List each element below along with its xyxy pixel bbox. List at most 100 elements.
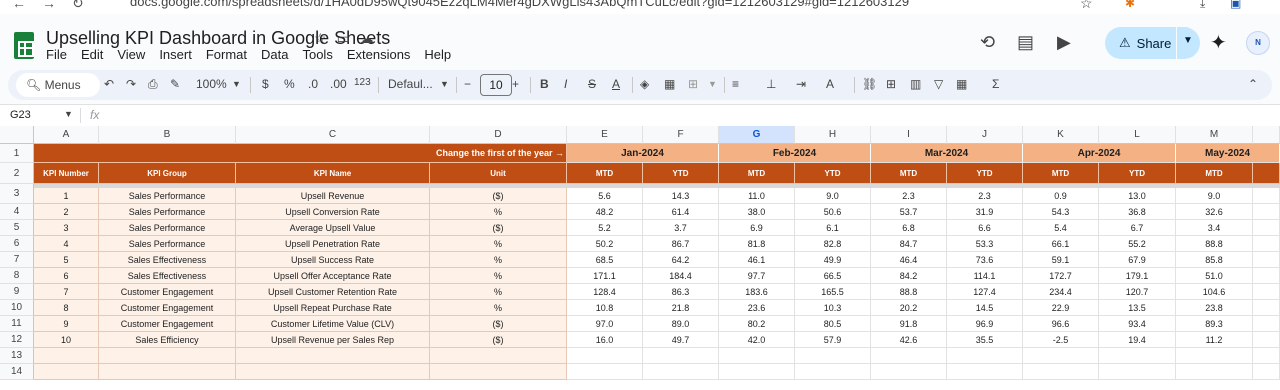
insert-comment-icon[interactable]: ⊞: [886, 77, 896, 91]
empty-cell[interactable]: [99, 364, 236, 380]
cell-group[interactable]: Sales Efficiency: [99, 332, 236, 348]
cell-value[interactable]: 86.7: [643, 236, 719, 252]
cell-group[interactable]: Sales Performance: [99, 220, 236, 236]
cell-value[interactable]: 81.8: [719, 236, 795, 252]
cell-unit[interactable]: %: [430, 204, 567, 220]
sub-header-ytd[interactable]: YTD: [1099, 163, 1176, 184]
insert-link-icon[interactable]: ⛓: [862, 77, 877, 91]
font-size-decrease-icon[interactable]: −: [464, 77, 471, 91]
cell-value[interactable]: 19.4: [1099, 332, 1176, 348]
cell-value[interactable]: 9.0: [1176, 188, 1253, 204]
row-header-10[interactable]: 10: [0, 300, 34, 316]
sub-header-mtd[interactable]: MTD: [719, 163, 795, 184]
cell-value[interactable]: 68.5: [567, 252, 643, 268]
italic-icon[interactable]: I: [564, 77, 567, 91]
sub-header-mtd[interactable]: MTD: [1023, 163, 1099, 184]
cell-value[interactable]: 3.7: [643, 220, 719, 236]
cell-value[interactable]: 23.8: [1176, 300, 1253, 316]
cell-value[interactable]: 54.3: [1023, 204, 1099, 220]
name-box[interactable]: G23: [10, 109, 31, 121]
cell-name[interactable]: Customer Lifetime Value (CLV): [236, 316, 430, 332]
empty-cell[interactable]: [643, 364, 719, 380]
row-header-13[interactable]: 13: [0, 348, 34, 364]
insert-chart-icon[interactable]: ▥: [910, 77, 921, 91]
cell-value[interactable]: 85.8: [1176, 252, 1253, 268]
avatar[interactable]: N: [1246, 31, 1270, 55]
cell-group[interactable]: Sales Performance: [99, 236, 236, 252]
empty-cell[interactable]: [1253, 332, 1280, 348]
sub-header-ytd[interactable]: YTD: [947, 163, 1023, 184]
number-format[interactable]: 123: [354, 77, 371, 88]
cell-value[interactable]: -2.5: [1023, 332, 1099, 348]
menus-search[interactable]: 🔍︎ Menus: [16, 73, 100, 97]
empty-cell[interactable]: [1253, 204, 1280, 220]
sub-header-mtd[interactable]: MTD: [1176, 163, 1253, 184]
download-icon[interactable]: ⤓: [1200, 0, 1205, 11]
menu-view[interactable]: View: [117, 47, 145, 62]
decrease-decimal[interactable]: .0: [308, 77, 318, 91]
cell-value[interactable]: 80.5: [795, 316, 871, 332]
column-title-kpi-number[interactable]: KPI Number: [34, 163, 99, 184]
cell-value[interactable]: 66.5: [795, 268, 871, 284]
share-button[interactable]: ⚠ Share ▼: [1105, 27, 1200, 59]
cell-value[interactable]: 9.0: [795, 188, 871, 204]
cell-value[interactable]: 14.5: [947, 300, 1023, 316]
empty-cell[interactable]: [1099, 348, 1176, 364]
cell-name[interactable]: Upsell Revenue per Sales Rep: [236, 332, 430, 348]
empty-cell[interactable]: [1023, 348, 1099, 364]
cell-value[interactable]: 97.7: [719, 268, 795, 284]
row-header-4[interactable]: 4: [0, 204, 34, 220]
comments-icon[interactable]: ▤: [1017, 32, 1034, 53]
empty-cell[interactable]: [34, 348, 99, 364]
version-history-icon[interactable]: ⟲: [980, 32, 995, 53]
cell-value[interactable]: 23.6: [719, 300, 795, 316]
browser-address-bar[interactable]: ← → ↻ docs.google.com/spreadsheets/d/1HA…: [0, 0, 1280, 14]
row-header-11[interactable]: 11: [0, 316, 34, 332]
cell-group[interactable]: Sales Effectiveness: [99, 268, 236, 284]
cell-value[interactable]: 88.8: [1176, 236, 1253, 252]
cell-value[interactable]: 31.9: [947, 204, 1023, 220]
empty-cell[interactable]: [1253, 316, 1280, 332]
filter-icon[interactable]: ▽: [934, 77, 943, 91]
cell-value[interactable]: 13.5: [1099, 300, 1176, 316]
row-header-8[interactable]: 8: [0, 268, 34, 284]
sub-header-mtd[interactable]: MTD: [871, 163, 947, 184]
cell-value[interactable]: 89.3: [1176, 316, 1253, 332]
zoom-dropdown-icon[interactable]: ▼: [232, 79, 241, 89]
fill-color-icon[interactable]: ◈: [640, 77, 649, 91]
zoom-select[interactable]: 100%: [196, 77, 227, 91]
month-header[interactable]: Feb-2024: [719, 144, 871, 163]
cell-unit[interactable]: ($): [430, 332, 567, 348]
cell-value[interactable]: 48.2: [567, 204, 643, 220]
merge-dropdown-icon[interactable]: ▼: [708, 79, 717, 89]
column-header-e[interactable]: E: [567, 126, 643, 144]
cell-num[interactable]: 3: [34, 220, 99, 236]
cell-value[interactable]: 67.9: [1099, 252, 1176, 268]
vertical-align-icon[interactable]: ⊥: [766, 77, 776, 91]
cell-value[interactable]: 104.6: [1176, 284, 1253, 300]
cell-value[interactable]: 53.7: [871, 204, 947, 220]
cell-name[interactable]: Upsell Customer Retention Rate: [236, 284, 430, 300]
cell-value[interactable]: 5.2: [567, 220, 643, 236]
cell-name[interactable]: Upsell Success Rate: [236, 252, 430, 268]
column-header-c[interactable]: C: [236, 126, 430, 144]
column-header-g[interactable]: G: [719, 126, 795, 144]
row-header-2[interactable]: 2: [0, 163, 34, 184]
cell-group[interactable]: Customer Engagement: [99, 284, 236, 300]
cell-value[interactable]: 42.6: [871, 332, 947, 348]
cell-value[interactable]: 11.0: [719, 188, 795, 204]
column-header-d[interactable]: D: [430, 126, 567, 144]
cell-value[interactable]: 0.9: [1023, 188, 1099, 204]
cell-num[interactable]: 10: [34, 332, 99, 348]
sub-header-mtd[interactable]: MTD: [567, 163, 643, 184]
cell-value[interactable]: 46.4: [871, 252, 947, 268]
cell-value[interactable]: 89.0: [643, 316, 719, 332]
cell-num[interactable]: 2: [34, 204, 99, 220]
empty-cell[interactable]: [1253, 364, 1280, 380]
empty-cell[interactable]: [1253, 268, 1280, 284]
select-all-corner[interactable]: [0, 126, 34, 144]
cell-unit[interactable]: %: [430, 300, 567, 316]
month-header[interactable]: May-2024: [1176, 144, 1280, 163]
cloud-status-icon[interactable]: ☁: [360, 30, 374, 47]
empty-cell[interactable]: [34, 364, 99, 380]
